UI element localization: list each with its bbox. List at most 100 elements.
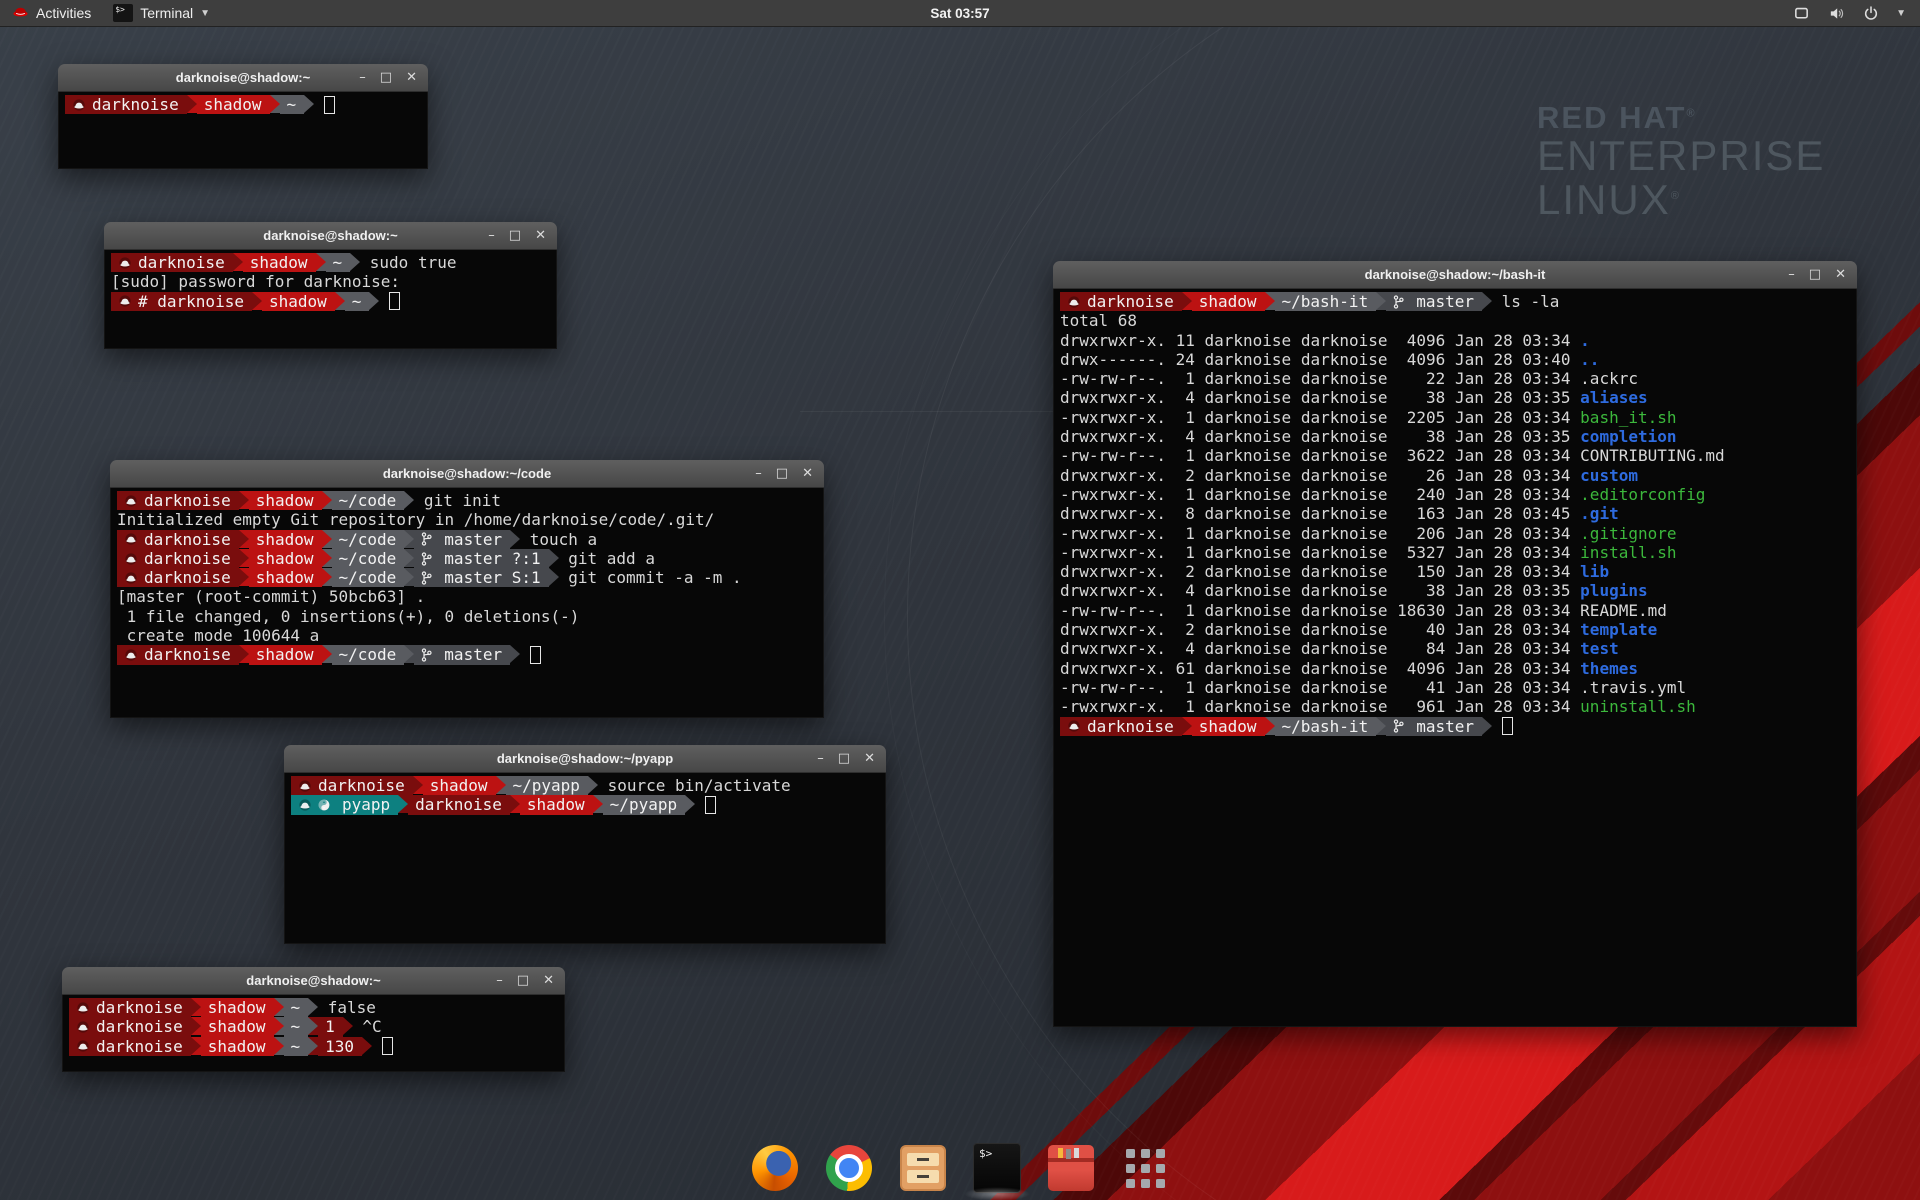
prompt-segment-host: shadow [423,776,496,795]
powerline-separator-icon [308,1037,318,1055]
app-grid-icon[interactable] [1121,1144,1169,1192]
window-close-button[interactable]: ✕ [406,64,417,91]
prompt-segment-text: darknoise [318,776,405,795]
prompt-segment-path: ~/code [332,549,405,568]
window-title: darknoise@shadow:~/bash-it [1053,267,1857,282]
prompt-segment-text: pyapp [342,795,390,814]
redhat-prompt-icon [298,799,312,811]
prompt-segment-user: darknoise [117,549,239,568]
firefox-icon[interactable] [751,1144,799,1192]
prompt-segment-text: shadow [256,568,314,587]
prompt-segment-host: shadow [243,253,316,272]
window-maximize-button[interactable]: □ [838,745,850,772]
window-close-button[interactable]: ✕ [802,460,813,487]
chevron-down-icon: ▼ [200,8,210,19]
prompt-segment-git: master S:1 [414,568,548,587]
powerline-separator-icon [593,795,603,813]
prompt-segment-text: master S:1 [444,568,540,587]
window-titlebar[interactable]: darknoise@shadow:~/bash-it–□ ✕ [1053,261,1857,289]
window-titlebar[interactable]: darknoise@shadow:~/pyapp–□✕ [284,745,886,773]
terminal-body[interactable]: darknoiseshadow~/bash-itmaster ls -latot… [1053,289,1857,1027]
powerline-separator-icon [322,491,332,509]
terminal-output-line: drwxrwxr-x. 4 darknoise darknoise 38 Jan… [1060,581,1856,600]
output-text: themes [1580,659,1638,678]
app-menu-label: Terminal [140,5,193,21]
clock[interactable]: Sat 03:57 [930,6,989,21]
prompt-segment-text: darknoise [144,491,231,510]
window-minimize-button[interactable]: – [496,967,503,994]
window-minimize-button[interactable]: – [359,64,366,91]
powerline-separator-icon [510,530,520,548]
output-text: -rwxrwxr-x. 1 darknoise darknoise 961 Ja… [1060,697,1580,716]
window-titlebar[interactable]: darknoise@shadow:~–□✕ [58,64,428,92]
window-titlebar[interactable]: darknoise@shadow:~/code–□✕ [110,460,824,488]
terminal-output-line: [sudo] password for darknoise: [111,272,556,291]
window-maximize-button[interactable]: □ [509,222,521,249]
powerline-separator-icon [362,1037,372,1055]
prompt-segment-git: master [1386,292,1482,311]
terminal-body[interactable]: darknoiseshadow~/pyapp source bin/activa… [284,773,886,944]
powerline-separator-icon [274,998,284,1016]
prompt-segment-text: darknoise [144,568,231,587]
prompt-segment-host: shadow [201,998,274,1017]
powerline-separator-icon [187,95,197,113]
terminal-output-line: drwxrwxr-x. 2 darknoise darknoise 150 Ja… [1060,562,1856,581]
prompt-segment-user: darknoise [117,530,239,549]
window-maximize-button[interactable]: □ [1809,261,1821,288]
window-minimize-button[interactable]: – [1788,261,1795,288]
terminal-cursor [389,292,400,310]
window-minimize-button[interactable]: – [817,745,824,772]
terminal-body[interactable]: darknoiseshadow~ falsedarknoiseshadow~1 … [62,995,565,1072]
window-controls: –□ ✕ [359,64,428,91]
powerline-separator-icon [496,776,506,794]
window-close-button[interactable]: ✕ [543,967,554,994]
window-close-button[interactable]: ✕ [864,745,875,772]
output-text: .git [1580,504,1619,523]
files-icon[interactable] [899,1144,947,1192]
terminal-body[interactable]: darknoiseshadow~ sudo true[sudo] passwor… [104,250,557,349]
power-icon[interactable] [1863,5,1879,21]
grid-dot [1141,1164,1150,1173]
screen-icon[interactable] [1793,5,1810,22]
caret-down-icon[interactable]: ▼ [1896,8,1906,19]
terminal-body[interactable]: darknoiseshadow~ [58,92,428,169]
grid-dot [1141,1149,1150,1158]
powerline-separator-icon [549,568,559,586]
window-maximize-button[interactable]: □ [517,967,529,994]
window-titlebar[interactable]: darknoise@shadow:~–□✕ [62,967,565,995]
powerline-separator-icon [549,549,559,567]
activities-button[interactable]: Activities [0,0,103,26]
redhat-prompt-icon [124,572,138,584]
prompt-segment-path: ~/pyapp [603,795,685,814]
window-minimize-button[interactable]: – [488,222,495,249]
window-minimize-button[interactable]: – [755,460,762,487]
output-text: test [1580,639,1619,658]
terminal-body[interactable]: darknoiseshadow~/code git initInitialize… [110,488,824,718]
terminal-output-line: drwxrwxr-x. 4 darknoise darknoise 84 Jan… [1060,639,1856,658]
app-menu-terminal[interactable]: $> Terminal ▼ [103,0,220,26]
terminal-icon[interactable]: $> [973,1144,1021,1192]
prompt-segment-path: ~ [284,1037,309,1056]
powerline-separator-icon [335,292,345,310]
window-controls: –□ ✕ [755,460,824,487]
terminal-cursor [705,796,716,814]
powerline-separator-icon [685,795,695,813]
prompt-segment-host: shadow [249,568,322,587]
terminal-output-line: -rwxrwxr-x. 1 darknoise darknoise 2205 J… [1060,408,1856,427]
redhat-prompt-icon [1067,720,1081,732]
window-close-button[interactable]: ✕ [535,222,546,249]
powerline-separator-icon [510,645,520,663]
prompt-segment-git: master ?:1 [414,549,548,568]
chrome-icon[interactable] [825,1144,873,1192]
prompt-segment-text: darknoise [96,1037,183,1056]
powerline-separator-icon [413,776,423,794]
window-titlebar[interactable]: darknoise@shadow:~–□✕ [104,222,557,250]
toolbox-icon[interactable] [1047,1144,1095,1192]
window-close-button[interactable]: ✕ [1835,261,1846,288]
watermark-redhat: RED HAT® [1537,102,1825,134]
prompt-segment-path: ~ [284,1017,309,1036]
window-maximize-button[interactable]: □ [776,460,788,487]
prompt-segment-text: shadow [256,530,314,549]
window-maximize-button[interactable]: □ [380,64,392,91]
volume-icon[interactable] [1827,5,1846,22]
